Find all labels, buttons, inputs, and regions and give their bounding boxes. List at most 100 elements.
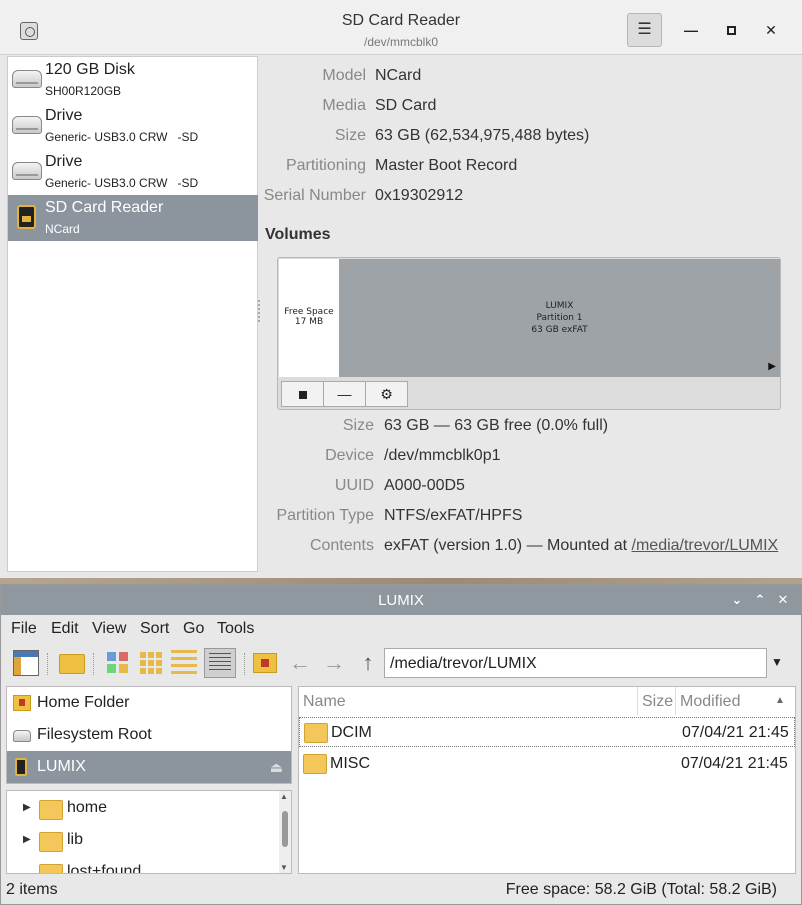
- partition-type-value: NTFS/exFAT/HPFS: [384, 507, 523, 524]
- partitioning-value: Master Boot Record: [375, 157, 518, 174]
- tree-label: lib: [67, 831, 84, 848]
- scroll-down-icon[interactable]: ▼: [280, 863, 288, 872]
- tree-node-lib[interactable]: ▶ lib: [7, 825, 277, 857]
- status-bar: 2 items Free space: 58.2 GiB (Total: 58.…: [1, 875, 801, 904]
- hard-disk-icon: [12, 70, 42, 88]
- file-row[interactable]: DCIM 07/04/21 21:45: [299, 717, 795, 747]
- volume-free-space[interactable]: Free Space 17 MB: [279, 259, 339, 377]
- column-header-size[interactable]: Size: [638, 687, 676, 715]
- back-arrow-icon[interactable]: ←: [287, 650, 313, 676]
- tree-node-home[interactable]: ▶ home: [7, 793, 277, 825]
- sd-card-icon: [15, 758, 27, 776]
- menu-edit[interactable]: Edit: [51, 620, 79, 638]
- new-folder-button[interactable]: [59, 654, 85, 674]
- delete-partition-button[interactable]: —: [323, 381, 366, 407]
- fm-minimize-button[interactable]: ⌄: [728, 591, 746, 609]
- path-input[interactable]: /media/trevor/LUMIX: [384, 648, 767, 678]
- free-space-size: 17 MB: [294, 317, 324, 327]
- drive-name: 120 GB Disk: [45, 61, 135, 78]
- tree-node-lost-found[interactable]: lost+found: [7, 857, 277, 874]
- fm-maximize-button[interactable]: ⌃: [751, 591, 769, 609]
- file-name: DCIM: [331, 724, 372, 741]
- home-button[interactable]: [253, 653, 277, 673]
- menu-tools[interactable]: Tools: [217, 620, 254, 638]
- drive-model: SH00R120GB: [45, 84, 122, 98]
- volume-map: Free Space 17 MB LUMIX Partition 1 63 GB…: [277, 257, 781, 410]
- expand-arrow-icon[interactable]: ▶: [23, 802, 31, 813]
- new-window-button[interactable]: [13, 650, 39, 676]
- menu-go[interactable]: Go: [183, 620, 204, 638]
- toolbar-separator: [244, 653, 245, 675]
- media-value: SD Card: [375, 97, 437, 114]
- drive-item-120gb-disk[interactable]: 120 GB Disk SH00R120GB: [8, 57, 258, 103]
- uuid-label: UUID: [334, 477, 374, 494]
- places-pane: Home Folder Filesystem Root LUMIX ⏏: [6, 686, 292, 784]
- home-folder-icon: [13, 695, 31, 711]
- menu-sort[interactable]: Sort: [140, 620, 169, 638]
- path-history-dropdown[interactable]: ▼: [771, 655, 783, 669]
- compact-view-button[interactable]: [171, 650, 197, 676]
- forward-arrow-icon[interactable]: →: [321, 650, 347, 676]
- close-button[interactable]: ✕: [759, 18, 783, 42]
- maximize-button[interactable]: [719, 18, 743, 42]
- thumbnail-view-button[interactable]: [105, 650, 131, 676]
- drive-model: NCard: [45, 222, 80, 236]
- toolbar-separator: [93, 653, 94, 675]
- fm-close-button[interactable]: ✕: [774, 591, 792, 609]
- place-label: Home Folder: [37, 694, 130, 711]
- menu-file[interactable]: File: [11, 620, 37, 638]
- tree-scrollbar[interactable]: ▲ ▼: [279, 791, 291, 873]
- media-label: Media: [322, 97, 366, 114]
- place-home-folder[interactable]: Home Folder: [7, 687, 291, 719]
- drive-name: Drive: [45, 153, 83, 170]
- drive-model: Generic- USB3.0 CRW -SD: [45, 130, 199, 144]
- play-arrow-icon: ▶: [768, 361, 776, 372]
- contents-text: exFAT (version 1.0) — Mounted at: [384, 537, 632, 554]
- place-label: LUMIX: [37, 758, 86, 775]
- sort-ascending-icon: ▲: [775, 695, 785, 706]
- icon-view-button[interactable]: [138, 650, 164, 676]
- drive-name: SD Card Reader: [45, 199, 164, 216]
- file-row[interactable]: MISC 07/04/21 21:45: [299, 749, 795, 779]
- drive-item-usb-2[interactable]: Drive Generic- USB3.0 CRW -SD: [8, 149, 258, 195]
- drive-model: Generic- USB3.0 CRW -SD: [45, 176, 199, 190]
- fm-window-title: LUMIX: [378, 592, 424, 609]
- scrollbar-thumb[interactable]: [282, 811, 288, 847]
- gears-icon: ⚙: [380, 386, 393, 402]
- minus-icon: —: [337, 386, 352, 402]
- folder-icon: [39, 864, 63, 873]
- eject-icon[interactable]: ⏏: [270, 759, 283, 776]
- minimize-button[interactable]: —: [679, 18, 703, 42]
- folder-icon: [39, 832, 63, 852]
- menu-view[interactable]: View: [92, 620, 126, 638]
- up-arrow-icon[interactable]: ↑: [355, 650, 381, 676]
- size-value: 63 GB (62,534,975,488 bytes): [375, 127, 590, 144]
- serial-label: Serial Number: [263, 187, 366, 204]
- place-lumix[interactable]: LUMIX ⏏: [7, 751, 291, 783]
- file-modified: 07/04/21 21:45: [682, 724, 789, 741]
- mount-point-link[interactable]: /media/trevor/LUMIX: [632, 537, 779, 554]
- file-manager-window: LUMIX ⌄ ⌃ ✕ File Edit View Sort Go Tools…: [0, 584, 802, 905]
- item-count: 2 items: [6, 881, 58, 898]
- tree-label: lost+found: [67, 863, 142, 874]
- drive-item-usb-1[interactable]: Drive Generic- USB3.0 CRW -SD: [8, 103, 258, 149]
- drive-icon: [13, 730, 31, 742]
- scroll-up-icon[interactable]: ▲: [280, 792, 288, 801]
- unmount-button[interactable]: [281, 381, 324, 407]
- free-space-status: Free space: 58.2 GiB (Total: 58.2 GiB): [505, 881, 777, 898]
- expand-arrow-icon[interactable]: ▶: [23, 834, 31, 845]
- size-label: Size: [334, 127, 366, 144]
- volume-partition-1[interactable]: LUMIX Partition 1 63 GB exFAT ▶: [339, 259, 780, 377]
- drive-item-sd-card-reader[interactable]: SD Card Reader NCard: [8, 195, 258, 241]
- file-name: MISC: [330, 755, 370, 772]
- partition-settings-button[interactable]: ⚙: [365, 381, 408, 407]
- drive-name: Drive: [45, 107, 83, 124]
- disks-menu-button[interactable]: ☰: [627, 13, 662, 47]
- device-value: /dev/mmcblk0p1: [384, 447, 501, 464]
- pane-resize-handle[interactable]: [258, 300, 260, 322]
- disks-titlebar: SD Card Reader /dev/mmcblk0 ☰ — ✕: [0, 0, 802, 55]
- partition-size: 63 GB exFAT: [531, 325, 588, 335]
- place-filesystem-root[interactable]: Filesystem Root: [7, 719, 291, 751]
- column-header-name[interactable]: Name: [299, 687, 638, 715]
- detailed-list-view-button[interactable]: [204, 648, 236, 678]
